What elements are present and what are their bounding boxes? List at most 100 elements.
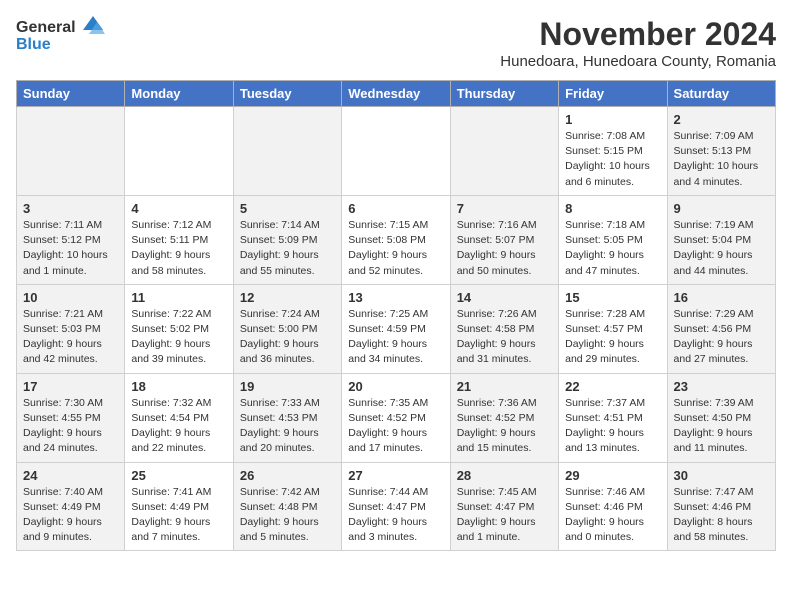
day-info: Sunrise: 7:11 AMSunset: 5:12 PMDaylight:… xyxy=(23,218,118,279)
day-number: 13 xyxy=(348,290,443,305)
calendar-day-cell: 28 Sunrise: 7:45 AMSunset: 4:47 PMDayligh… xyxy=(450,462,558,551)
day-info: Sunrise: 7:40 AMSunset: 4:49 PMDaylight:… xyxy=(23,485,118,546)
calendar-day-cell: 11 Sunrise: 7:22 AMSunset: 5:02 PMDayligh… xyxy=(125,284,233,373)
day-number: 22 xyxy=(565,379,660,394)
logo-icon xyxy=(79,12,107,40)
page-header: General Blue November 2024 Hunedoara, Hu… xyxy=(16,16,776,70)
calendar-day-cell: 16 Sunrise: 7:29 AMSunset: 4:56 PMDayligh… xyxy=(667,284,775,373)
calendar-day-cell: 14 Sunrise: 7:26 AMSunset: 4:58 PMDayligh… xyxy=(450,284,558,373)
calendar-day-cell: 20 Sunrise: 7:35 AMSunset: 4:52 PMDayligh… xyxy=(342,373,450,462)
calendar-day-cell: 12 Sunrise: 7:24 AMSunset: 5:00 PMDayligh… xyxy=(233,284,341,373)
day-number: 20 xyxy=(348,379,443,394)
day-number: 4 xyxy=(131,201,226,216)
calendar-empty-cell xyxy=(342,107,450,196)
day-number: 25 xyxy=(131,468,226,483)
calendar-empty-cell xyxy=(233,107,341,196)
weekday-header-tuesday: Tuesday xyxy=(233,81,341,107)
calendar-day-cell: 5 Sunrise: 7:14 AMSunset: 5:09 PMDaylight… xyxy=(233,195,341,284)
day-info: Sunrise: 7:18 AMSunset: 5:05 PMDaylight:… xyxy=(565,218,660,279)
day-number: 8 xyxy=(565,201,660,216)
calendar-day-cell: 27Sunrise: 7:44 AMSunset: 4:47 PMDayligh… xyxy=(342,462,450,551)
day-info: Sunrise: 7:12 AMSunset: 5:11 PMDaylight:… xyxy=(131,218,226,279)
day-number: 17 xyxy=(23,379,118,394)
day-info: Sunrise: 7:29 AMSunset: 4:56 PMDaylight:… xyxy=(674,307,769,368)
day-info: Sunrise: 7:33 AMSunset: 4:53 PMDaylight:… xyxy=(240,396,335,457)
calendar-day-cell: 13 Sunrise: 7:25 AMSunset: 4:59 PMDayligh… xyxy=(342,284,450,373)
calendar-week-row: 24Sunrise: 7:40 AMSunset: 4:49 PMDayligh… xyxy=(17,462,776,551)
day-number: 7 xyxy=(457,201,552,216)
day-info: Sunrise: 7:24 AMSunset: 5:00 PMDaylight:… xyxy=(240,307,335,368)
weekday-header-row: SundayMondayTuesdayWednesdayThursdayFrid… xyxy=(17,81,776,107)
weekday-header-sunday: Sunday xyxy=(17,81,125,107)
day-info: Sunrise: 7:30 AMSunset: 4:55 PMDaylight:… xyxy=(23,396,118,457)
calendar-empty-cell xyxy=(17,107,125,196)
day-info: Sunrise: 7:21 AMSunset: 5:03 PMDaylight:… xyxy=(23,307,118,368)
calendar-day-cell: 23 Sunrise: 7:39 AMSunset: 4:50 PMDayligh… xyxy=(667,373,775,462)
weekday-header-thursday: Thursday xyxy=(450,81,558,107)
day-info: Sunrise: 7:15 AMSunset: 5:08 PMDaylight:… xyxy=(348,218,443,279)
day-info: Sunrise: 7:35 AMSunset: 4:52 PMDaylight:… xyxy=(348,396,443,457)
calendar-day-cell: 25 Sunrise: 7:41 AMSunset: 4:49 PMDayligh… xyxy=(125,462,233,551)
calendar-day-cell: 7 Sunrise: 7:16 AMSunset: 5:07 PMDaylight… xyxy=(450,195,558,284)
logo-text-blue: Blue xyxy=(16,36,51,54)
location: Hunedoara, Hunedoara County, Romania xyxy=(500,53,776,70)
day-number: 3 xyxy=(23,201,118,216)
day-info: Sunrise: 7:28 AMSunset: 4:57 PMDaylight:… xyxy=(565,307,660,368)
calendar-day-cell: 2Sunrise: 7:09 AMSunset: 5:13 PMDaylight… xyxy=(667,107,775,196)
day-info: Sunrise: 7:25 AMSunset: 4:59 PMDaylight:… xyxy=(348,307,443,368)
calendar-day-cell: 30Sunrise: 7:47 AMSunset: 4:46 PMDayligh… xyxy=(667,462,775,551)
day-info: Sunrise: 7:42 AMSunset: 4:48 PMDaylight:… xyxy=(240,485,335,546)
day-info: Sunrise: 7:45 AMSunset: 4:47 PMDaylight:… xyxy=(457,485,552,546)
calendar-week-row: 10 Sunrise: 7:21 AMSunset: 5:03 PMDayligh… xyxy=(17,284,776,373)
day-info: Sunrise: 7:37 AMSunset: 4:51 PMDaylight:… xyxy=(565,396,660,457)
day-number: 23 xyxy=(674,379,769,394)
day-number: 9 xyxy=(674,201,769,216)
calendar-day-cell: 21Sunrise: 7:36 AMSunset: 4:52 PMDayligh… xyxy=(450,373,558,462)
calendar-week-row: 1Sunrise: 7:08 AMSunset: 5:15 PMDaylight… xyxy=(17,107,776,196)
day-number: 12 xyxy=(240,290,335,305)
calendar-day-cell: 19 Sunrise: 7:33 AMSunset: 4:53 PMDayligh… xyxy=(233,373,341,462)
calendar-day-cell: 6 Sunrise: 7:15 AMSunset: 5:08 PMDaylight… xyxy=(342,195,450,284)
day-number: 14 xyxy=(457,290,552,305)
calendar-empty-cell xyxy=(125,107,233,196)
day-info: Sunrise: 7:22 AMSunset: 5:02 PMDaylight:… xyxy=(131,307,226,368)
calendar-table: SundayMondayTuesdayWednesdayThursdayFrid… xyxy=(16,80,776,551)
day-info: Sunrise: 7:26 AMSunset: 4:58 PMDaylight:… xyxy=(457,307,552,368)
day-number: 5 xyxy=(240,201,335,216)
day-number: 10 xyxy=(23,290,118,305)
calendar-day-cell: 3 Sunrise: 7:11 AMSunset: 5:12 PMDaylight… xyxy=(17,195,125,284)
day-info: Sunrise: 7:14 AMSunset: 5:09 PMDaylight:… xyxy=(240,218,335,279)
calendar-week-row: 3 Sunrise: 7:11 AMSunset: 5:12 PMDaylight… xyxy=(17,195,776,284)
weekday-header-friday: Friday xyxy=(559,81,667,107)
day-number: 29 xyxy=(565,468,660,483)
weekday-header-wednesday: Wednesday xyxy=(342,81,450,107)
calendar-day-cell: 1Sunrise: 7:08 AMSunset: 5:15 PMDaylight… xyxy=(559,107,667,196)
day-number: 21 xyxy=(457,379,552,394)
day-number: 28 xyxy=(457,468,552,483)
day-info: Sunrise: 7:44 AMSunset: 4:47 PMDaylight:… xyxy=(348,485,443,546)
day-number: 26 xyxy=(240,468,335,483)
day-info: Sunrise: 7:41 AMSunset: 4:49 PMDaylight:… xyxy=(131,485,226,546)
month-title: November 2024 xyxy=(500,16,776,53)
day-number: 19 xyxy=(240,379,335,394)
calendar-day-cell: 24Sunrise: 7:40 AMSunset: 4:49 PMDayligh… xyxy=(17,462,125,551)
calendar-day-cell: 29Sunrise: 7:46 AMSunset: 4:46 PMDayligh… xyxy=(559,462,667,551)
day-number: 11 xyxy=(131,290,226,305)
day-info: Sunrise: 7:47 AMSunset: 4:46 PMDaylight:… xyxy=(674,485,769,546)
day-info: Sunrise: 7:16 AMSunset: 5:07 PMDaylight:… xyxy=(457,218,552,279)
logo-text-general: General xyxy=(16,19,76,37)
day-number: 1 xyxy=(565,112,660,127)
calendar-day-cell: 22 Sunrise: 7:37 AMSunset: 4:51 PMDayligh… xyxy=(559,373,667,462)
day-number: 15 xyxy=(565,290,660,305)
day-number: 6 xyxy=(348,201,443,216)
day-info: Sunrise: 7:19 AMSunset: 5:04 PMDaylight:… xyxy=(674,218,769,279)
calendar-day-cell: 9 Sunrise: 7:19 AMSunset: 5:04 PMDaylight… xyxy=(667,195,775,284)
day-info: Sunrise: 7:39 AMSunset: 4:50 PMDaylight:… xyxy=(674,396,769,457)
weekday-header-monday: Monday xyxy=(125,81,233,107)
day-number: 16 xyxy=(674,290,769,305)
weekday-header-saturday: Saturday xyxy=(667,81,775,107)
calendar-week-row: 17 Sunrise: 7:30 AMSunset: 4:55 PMDayligh… xyxy=(17,373,776,462)
calendar-empty-cell xyxy=(450,107,558,196)
calendar-day-cell: 17 Sunrise: 7:30 AMSunset: 4:55 PMDayligh… xyxy=(17,373,125,462)
day-number: 18 xyxy=(131,379,226,394)
